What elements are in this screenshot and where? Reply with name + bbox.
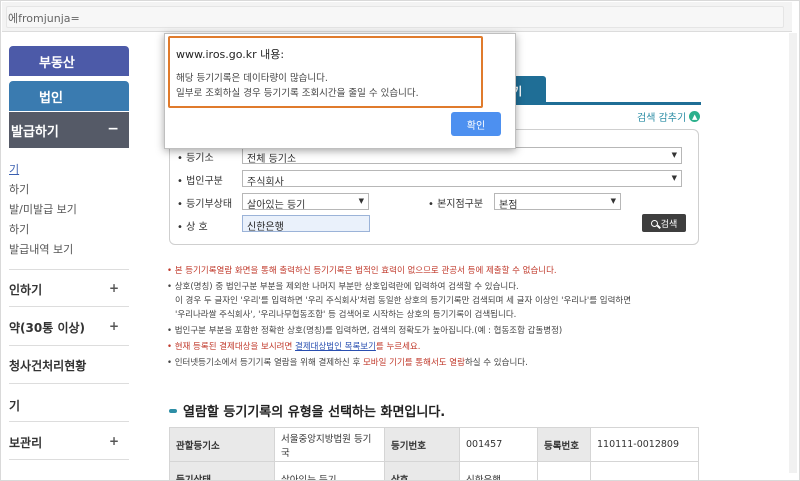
name-label: • 상 호 (177, 222, 208, 233)
note-6: • 현재 등록된 결제대상을 보시려면 결제대상법인 목록보기를 누르세요. (167, 340, 420, 352)
search-button[interactable]: 검색 (642, 214, 686, 232)
registry-office-label: • 등기소 (177, 153, 214, 164)
address-bar[interactable]: 에fromjunja= (2, 2, 792, 32)
chevron-down-icon: ▼ (671, 151, 677, 159)
registry-status-value: 살아있는 등기 (247, 200, 306, 211)
table-row: 관할등기소 서울중앙지방법원 등기국 등기번호 001457 등록번호 1101… (169, 427, 699, 462)
table-header: 등기상태 (169, 461, 275, 480)
sidebar-active-label: 발급하기 (11, 124, 59, 140)
corp-type-value: 주식회사 (247, 177, 284, 188)
sidebar-subitem-5[interactable]: 발급내역 보기 (9, 241, 73, 257)
sidebar-subitem-3[interactable]: 발/미발급 보기 (9, 201, 77, 217)
address-text: 에fromjunja= (8, 12, 80, 25)
payment-target-list-link[interactable]: 결제대상법인 목록보기 (295, 342, 376, 352)
section-title-text: 열람할 등기기록의 유형을 선택하는 화면입니다. (183, 405, 446, 420)
table-header: 상호 (384, 461, 460, 480)
sidebar-button-corporation[interactable]: 법인 (9, 81, 129, 111)
note-5: • 법인구분 부분을 포함한 정확한 상호(명칭)를 입력하면, 검색의 정확도… (167, 326, 563, 336)
note-7-mobile: 모바일 기기를 통해서도 열람 (362, 358, 465, 368)
branch-select[interactable]: 본점 ▼ (494, 193, 621, 211)
sidebar-menu-1[interactable]: 인하기 + (9, 281, 129, 298)
section-title: 열람할 등기기록의 유형을 선택하는 화면입니다. (169, 401, 445, 420)
note-7-text-a: • 인터넷등기소에서 등기기록 열람을 위해 결제하신 후 (167, 358, 363, 368)
chevron-down-icon: ▼ (671, 174, 677, 182)
table-cell: 110111-0012809 (590, 427, 699, 462)
table-cell: 001457 (459, 427, 538, 462)
dialog-message-line1: 해당 등기기록은 데이타량이 많습니다. (176, 73, 328, 84)
registry-info-table: 관할등기소 서울중앙지방법원 등기국 등기번호 001457 등록번호 1101… (169, 427, 699, 480)
sidebar-divider (9, 345, 129, 346)
sidebar-menu-label: 약(30통 이상) (9, 321, 86, 335)
table-cell: 신한은행 (459, 461, 538, 480)
sidebar-subitem-2[interactable]: 하기 (9, 181, 29, 197)
corp-type-select[interactable]: 주식회사 ▼ (242, 170, 682, 188)
sidebar-divider (9, 421, 129, 422)
note-1: • 본 등기기록열람 화면을 통해 출력하신 등기기록은 법적인 효력이 없으므… (167, 266, 557, 276)
sidebar-menu-5[interactable]: 보관리 + (9, 434, 129, 451)
sidebar-subitem-4[interactable]: 하기 (9, 221, 29, 237)
note-4: '우리나라쌀 주식회사', '우리나무협동조합' 등 검색어로 시작하는 상호의… (175, 310, 517, 320)
branch-label: • 본지점구분 (428, 199, 484, 210)
registry-status-select[interactable]: 살아있는 등기 ▼ (242, 193, 369, 211)
table-cell: 서울중앙지방법원 등기국 (274, 427, 385, 462)
sidebar-divider (9, 269, 129, 270)
registry-status-label: • 등기부상태 (177, 199, 233, 210)
sidebar-menu-4[interactable]: 기 (9, 397, 129, 414)
address-field[interactable] (6, 6, 784, 28)
browser-frame: 에fromjunja= 부동산 법인 발급하기 − 기 하기 발/미발급 보기 … (0, 0, 800, 481)
note-7: • 인터넷등기소에서 등기기록 열람을 위해 결제하신 후 모바일 기기를 통해… (167, 356, 528, 368)
dialog-message-line2: 일부로 조회하실 경우 등기기록 조회시간을 줄일 수 있습니다. (176, 88, 419, 99)
sidebar-button-realestate[interactable]: 부동산 (9, 46, 129, 76)
table-header: 등록번호 (537, 427, 591, 462)
sidebar-menu-label: 청사건처리현황 (9, 359, 87, 373)
search-button-label: 검색 (660, 219, 678, 230)
dialog-title: www.iros.go.kr 내용: (176, 48, 285, 61)
table-row: 등기상태 살아있는 등기 상호 신한은행 (169, 461, 699, 480)
collapse-search-label: 검색 감추기 (637, 113, 687, 124)
search-icon (650, 219, 658, 227)
sidebar-divider (9, 306, 129, 307)
table-cell (590, 461, 699, 480)
sidebar-divider (9, 383, 129, 384)
table-cell (537, 461, 591, 480)
sidebar-menu-label: 인하기 (9, 283, 43, 297)
chevron-up-icon: ▲ (689, 111, 701, 122)
name-input[interactable]: 신한은행 (242, 215, 370, 233)
scrollbar[interactable] (789, 33, 797, 473)
sidebar-subitem-1[interactable]: 기 (9, 161, 19, 177)
expand-icon[interactable]: + (109, 434, 119, 448)
note-2: • 상호(명칭) 중 법인구분 부분을 제외한 나머지 부분만 상호입력란에 입… (167, 282, 519, 292)
collapse-search-link[interactable]: 검색 감추기 ▲ (637, 109, 701, 124)
corp-type-label: • 법인구분 (177, 176, 223, 187)
table-header: 관할등기소 (169, 427, 275, 462)
expand-icon[interactable]: + (109, 281, 119, 295)
note-6-text-a: • 현재 등록된 결제대상을 보시려면 (167, 342, 296, 352)
note-6-text-b: 를 누르세요. (375, 342, 421, 352)
sidebar-active-section[interactable]: 발급하기 − (9, 112, 129, 148)
sidebar-menu-label: 보관리 (9, 436, 43, 450)
registry-office-select[interactable]: 전체 등기소 ▼ (242, 147, 682, 165)
sidebar-divider (9, 459, 129, 460)
collapse-toggle-icon[interactable]: − (107, 121, 119, 137)
table-header: 등기번호 (384, 427, 460, 462)
chevron-down-icon: ▼ (610, 197, 616, 205)
expand-icon[interactable]: + (109, 319, 119, 333)
branch-value: 본점 (499, 200, 518, 211)
bullet-icon (169, 408, 177, 413)
sidebar-menu-2[interactable]: 약(30통 이상) + (9, 319, 129, 336)
sidebar-menu-3[interactable]: 청사건처리현황 (9, 357, 129, 374)
dialog-ok-button[interactable]: 확인 (451, 112, 501, 136)
note-7-text-b: 하실 수 있습니다. (464, 358, 528, 368)
chevron-down-icon: ▼ (358, 197, 364, 205)
note-3: 이 경우 두 글자인 '우리'를 입력하면 '우리 주식회사'처럼 동일한 상호… (175, 296, 632, 306)
table-cell: 살아있는 등기 (274, 461, 385, 480)
registry-office-value: 전체 등기소 (247, 154, 297, 165)
sidebar-menu-label: 기 (9, 399, 21, 413)
